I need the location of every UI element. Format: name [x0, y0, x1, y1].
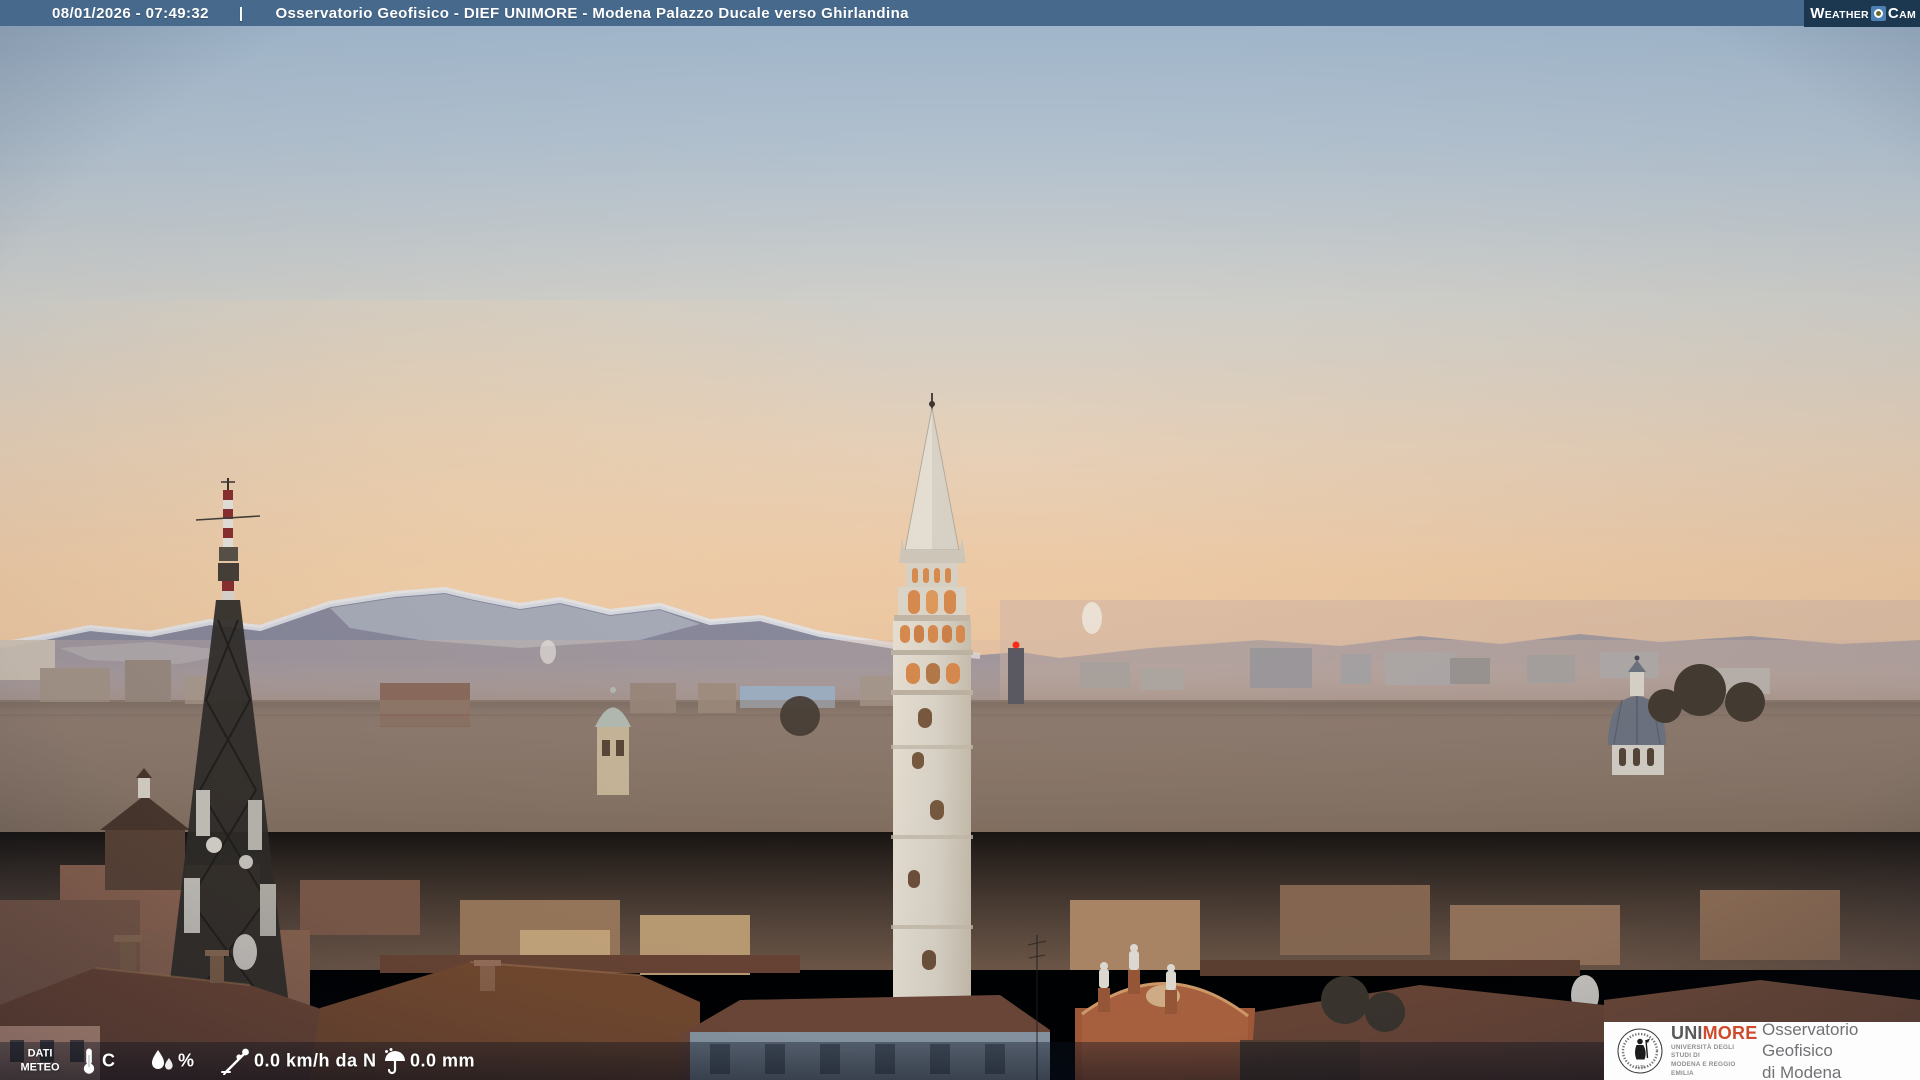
webcam-page: 08/01/2026 - 07:49:32 | Osservatorio Geo… [0, 0, 1920, 1080]
vignette [0, 20, 1920, 1080]
rain-value: 0.0 mm [410, 1050, 476, 1071]
dati-meteo-label: DATI METEO [20, 1047, 60, 1074]
temperature-value: C [102, 1050, 116, 1071]
weathercam-word-weather: Weather [1810, 5, 1869, 22]
thermometer-icon [83, 1048, 95, 1074]
unimore-logo: UNIMORE UNIVERSITÀ DEGLI STUDI DI MODENA… [1671, 1022, 1757, 1079]
svg-text:1175: 1175 [1635, 1064, 1645, 1069]
unimore-logo-more: MORE [1702, 1022, 1758, 1043]
observatory-name: Osservatorio Geofisico di Modena [1762, 1020, 1859, 1080]
university-name: UNIVERSITÀ DEGLI STUDI DI MODENA E REGGI… [1671, 1043, 1736, 1077]
header-bar: 08/01/2026 - 07:49:32 | Osservatorio Geo… [0, 0, 1920, 26]
wind-icon [221, 1048, 249, 1075]
weathercam-logo: Weather Cam [1804, 0, 1920, 27]
humidity-icon [152, 1050, 173, 1070]
humidity-value: % [178, 1050, 195, 1071]
separator: | [238, 4, 244, 22]
weathercam-icon [1870, 6, 1886, 21]
unimore-seal-icon: 1175 [1617, 1028, 1663, 1074]
wind-value: 0.0 km/h da N [254, 1050, 377, 1071]
unimore-logo-uni: UNI [1671, 1022, 1703, 1043]
weathercam-word-cam: Cam [1887, 5, 1916, 22]
unimore-branding-box: 1175 UNIMORE UNIVERSITÀ DEGLI STUDI DI M… [1604, 1020, 1920, 1080]
rain-icon [385, 1048, 405, 1075]
page-title: Osservatorio Geofisico - DIEF UNIMORE - … [275, 4, 909, 22]
timestamp: 08/01/2026 - 07:49:32 [52, 4, 209, 22]
webcam-photo [0, 20, 1920, 1080]
weather-data-bar: DATI METEO C % 0.0 km/h da N 0.0 mm [0, 1042, 1604, 1080]
